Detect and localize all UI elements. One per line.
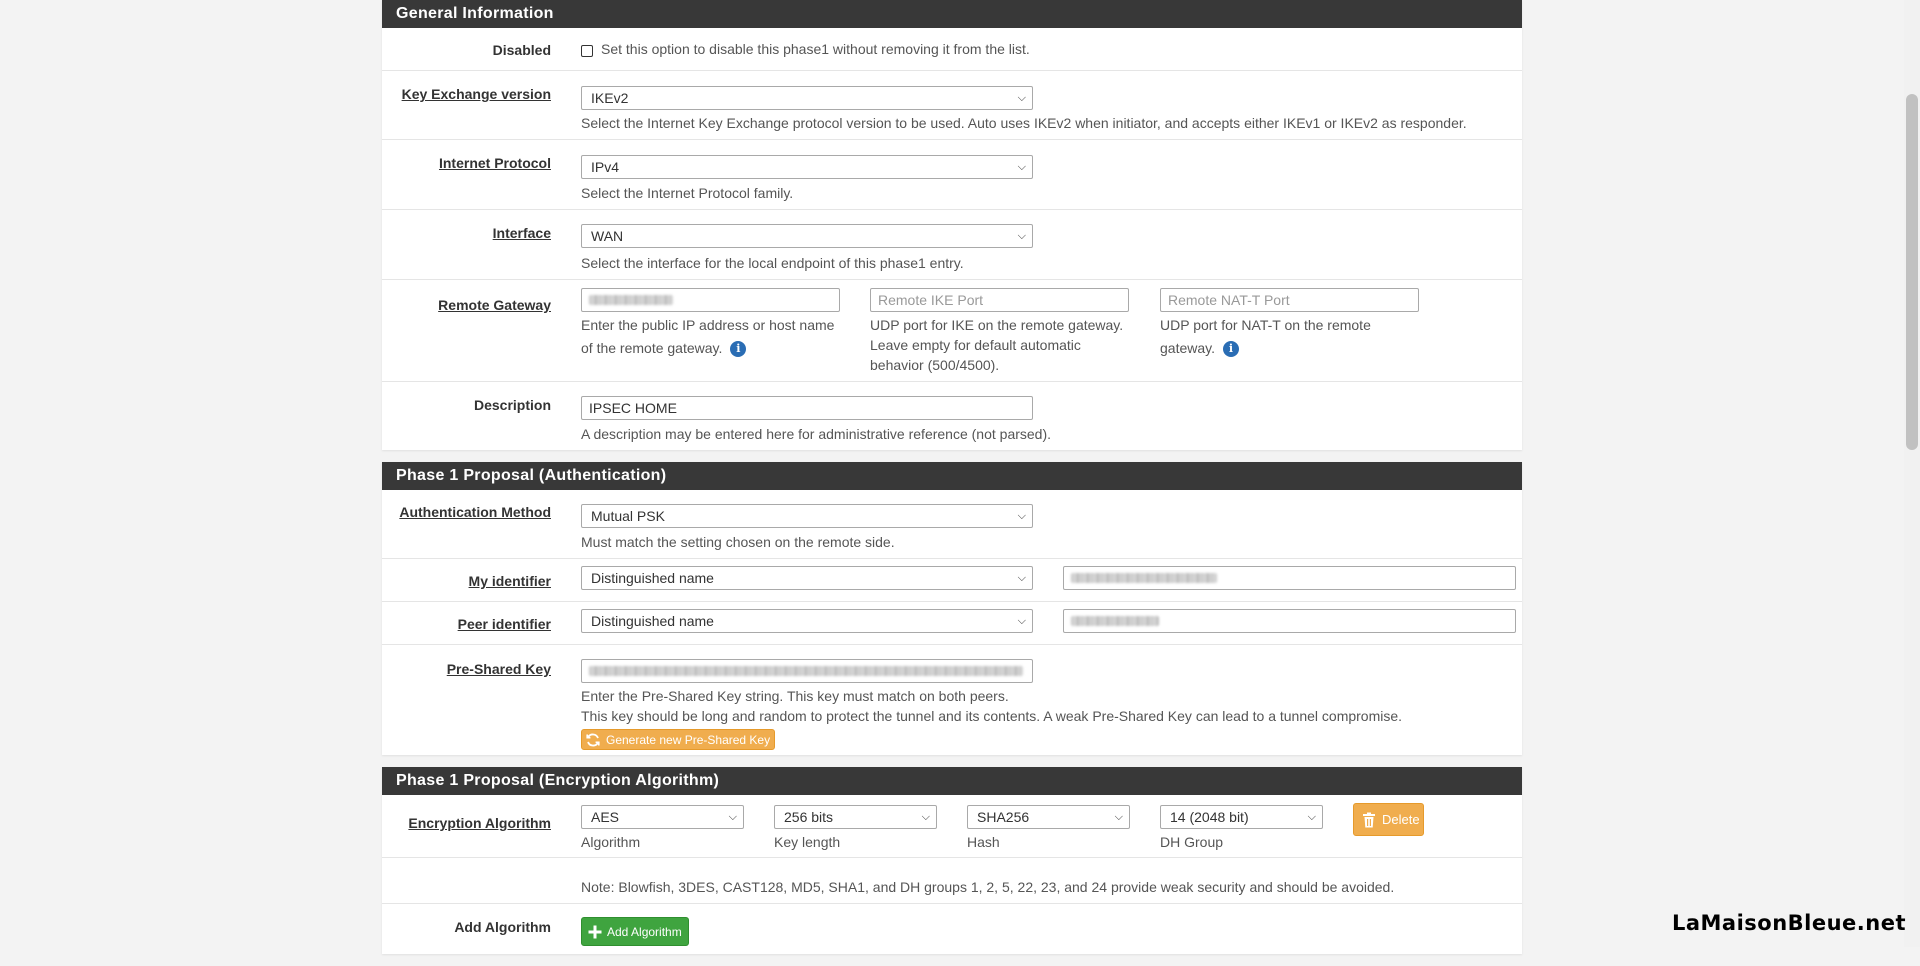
redacted-value [1071,573,1217,583]
peer-identifier-input[interactable] [1063,609,1516,633]
panel-heading-authentication: Phase 1 Proposal (Authentication) [382,462,1522,490]
row-disabled: Disabled Set this option to disable this… [382,28,1522,71]
key-length-select[interactable]: 256 bits ⌵ [774,805,937,829]
internet-protocol-help: Select the Internet Protocol family. [581,185,794,201]
authentication-panel: Phase 1 Proposal (Authentication) Authen… [382,462,1522,755]
interface-help: Select the interface for the local endpo… [581,255,964,271]
row-peer-identifier: Peer identifier Distinguished name ⌵ [382,602,1522,645]
remote-natt-port-input[interactable]: Remote NAT-T Port [1160,288,1419,312]
chevron-down-icon: ⌵ [1017,572,1026,584]
encryption-algorithm-panel: Phase 1 Proposal (Encryption Algorithm) … [382,767,1522,954]
plus-icon [588,925,602,938]
my-identifier-label: My identifier [468,573,551,589]
add-algorithm-label: Add Algorithm [454,919,551,935]
scrollbar-track[interactable] [1904,0,1920,947]
row-my-identifier: My identifier Distinguished name ⌵ [382,559,1522,602]
description-help: A description may be entered here for ad… [581,426,1052,442]
my-identifier-select[interactable]: Distinguished name ⌵ [581,566,1033,590]
algorithm-select[interactable]: AES ⌵ [581,805,744,829]
scrollbar-thumb[interactable] [1906,94,1918,450]
hash-select[interactable]: SHA256 ⌵ [967,805,1130,829]
interface-select[interactable]: WAN ⌵ [581,224,1033,248]
trash-icon [1363,812,1375,827]
authentication-method-help: Must match the setting chosen on the rem… [581,534,895,550]
remote-gateway-input[interactable] [581,288,840,312]
disabled-checkbox[interactable] [581,45,593,57]
redacted-value [589,295,673,305]
row-encryption-algorithm: Encryption Algorithm AES ⌵ Algorithm 256… [382,795,1522,858]
row-internet-protocol: Internet Protocol IPv4 ⌵ Select the Inte… [382,140,1522,210]
chevron-down-icon: ⌵ [1017,92,1026,104]
redacted-value [1071,616,1159,626]
key-exchange-label: Key Exchange version [401,86,551,102]
info-icon[interactable]: i [1223,341,1239,358]
delete-button[interactable]: Delete [1353,803,1424,836]
interface-label: Interface [492,225,551,241]
internet-protocol-select[interactable]: IPv4 ⌵ [581,155,1033,179]
weak-algorithm-note: Note: Blowfish, 3DES, CAST128, MD5, SHA1… [581,879,1395,895]
pre-shared-key-input[interactable] [581,659,1033,683]
remote-ike-port-help: UDP port for IKE on the remote gateway. … [870,317,1124,373]
hash-caption: Hash [967,834,1000,850]
panel-heading-encryption: Phase 1 Proposal (Encryption Algorithm) [382,767,1522,795]
peer-identifier-select[interactable]: Distinguished name ⌵ [581,609,1033,633]
peer-identifier-label: Peer identifier [457,616,551,632]
pre-shared-key-label: Pre-Shared Key [446,661,551,677]
panel-heading-general: General Information [382,0,1522,28]
watermark-text: LaMaisonBleue.net [1671,911,1906,935]
chevron-down-icon: ⌵ [1307,811,1316,823]
encryption-algorithm-label: Encryption Algorithm [408,815,551,831]
row-pre-shared-key: Pre-Shared Key Enter the Pre-Shared Key … [382,645,1522,755]
general-information-panel: General Information Disabled Set this op… [382,0,1522,450]
dh-group-select[interactable]: 14 (2048 bit) ⌵ [1160,805,1323,829]
chevron-down-icon: ⌵ [1114,811,1123,823]
disabled-help: Set this option to disable this phase1 w… [601,41,1030,57]
key-exchange-select[interactable]: IKEv2 ⌵ [581,86,1033,110]
remote-gateway-label: Remote Gateway [438,297,551,313]
add-algorithm-button[interactable]: Add Algorithm [581,917,689,946]
redacted-value [589,666,1023,676]
dh-group-caption: DH Group [1160,834,1224,850]
internet-protocol-label: Internet Protocol [438,155,551,171]
row-description: Description IPSEC HOME A description may… [382,382,1522,450]
chevron-down-icon: ⌵ [1017,615,1026,627]
disabled-label: Disabled [492,42,551,58]
form-container: General Information Disabled Set this op… [382,0,1522,966]
row-weak-note: Note: Blowfish, 3DES, CAST128, MD5, SHA1… [382,858,1522,904]
chevron-down-icon: ⌵ [1017,161,1026,173]
remote-natt-port-help: UDP port for NAT-T on the remote gateway… [1160,317,1371,358]
row-authentication-method: Authentication Method Mutual PSK ⌵ Must … [382,490,1522,559]
chevron-down-icon: ⌵ [728,811,737,823]
key-length-caption: Key length [774,834,841,850]
generate-psk-button[interactable]: Generate new Pre-Shared Key [581,729,776,750]
description-input[interactable]: IPSEC HOME [581,396,1033,420]
my-identifier-input[interactable] [1063,566,1516,590]
chevron-down-icon: ⌵ [1017,510,1026,522]
authentication-method-select[interactable]: Mutual PSK ⌵ [581,504,1033,528]
algorithm-caption: Algorithm [581,834,641,850]
info-icon[interactable]: i [730,341,747,358]
key-exchange-help: Select the Internet Key Exchange protoco… [581,115,1467,131]
chevron-down-icon: ⌵ [921,811,930,823]
row-remote-gateway: Remote Gateway Enter the public IP addre… [382,280,1522,382]
description-label: Description [473,397,551,413]
remote-gateway-help: Enter the public IP address or host name… [581,317,835,358]
row-interface: Interface WAN ⌵ Select the interface for… [382,210,1522,280]
authentication-method-label: Authentication Method [399,504,551,520]
refresh-icon [586,733,600,746]
row-key-exchange: Key Exchange version IKEv2 ⌵ Select the … [382,71,1522,140]
pre-shared-key-help: Enter the Pre-Shared Key string. This ke… [581,688,1403,724]
remote-ike-port-input[interactable]: Remote IKE Port [870,288,1129,312]
chevron-down-icon: ⌵ [1017,230,1026,242]
